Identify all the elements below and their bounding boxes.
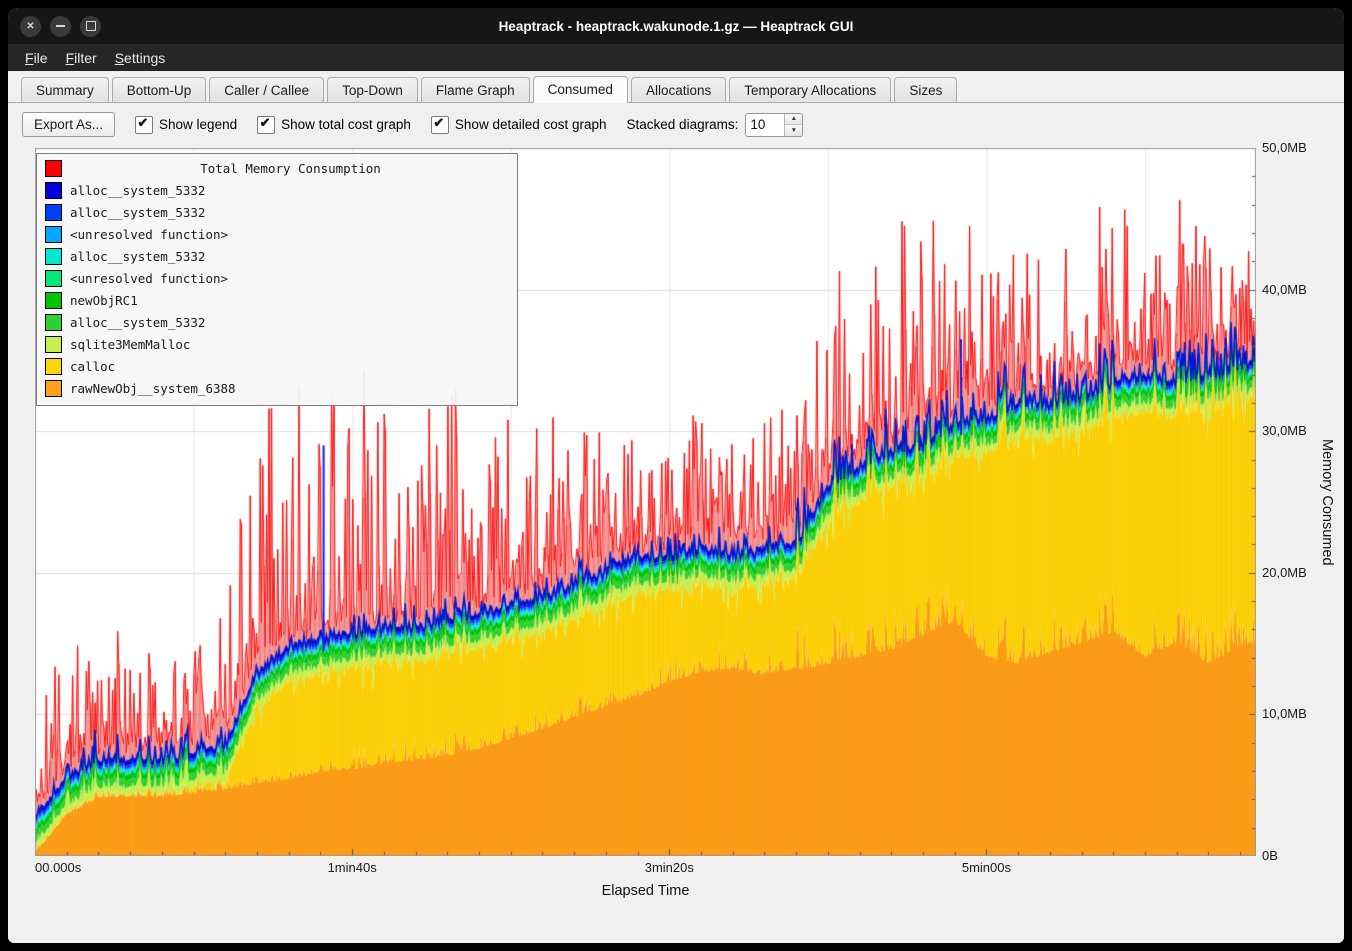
legend-label: alloc__system_5332 [70,183,205,198]
tab-bar: SummaryBottom-UpCaller / CalleeTop-DownF… [8,71,1344,103]
y-axis: 0B10,0MB20,0MB30,0MB40,0MB50,0MB [1256,148,1314,856]
chart-legend: Total Memory Consumption alloc__system_5… [36,153,518,406]
x-tick-label: 00.000s [35,860,81,875]
legend-title-row: Total Memory Consumption [43,157,511,179]
legend-swatch-icon [45,358,62,375]
legend-swatch-icon [45,182,62,199]
legend-swatch-icon [45,204,62,221]
legend-swatch-icon [45,292,62,309]
legend-label: alloc__system_5332 [70,249,205,264]
checkbox-box-icon [135,116,153,134]
x-axis: 00.000s 1min40s 3min20s 5min00s [35,856,1256,878]
total-swatch-icon [45,160,62,177]
show-legend-checkbox[interactable]: Show legend [135,116,237,134]
show-total-cost-label: Show total cost graph [281,117,411,132]
plot-area: Total Memory Consumption alloc__system_5… [35,148,1256,856]
legend-swatch-icon [45,270,62,287]
legend-item: alloc__system_5332 [43,179,511,201]
legend-label: alloc__system_5332 [70,205,205,220]
x-tick-label: 3min20s [645,860,694,875]
legend-label: <unresolved function> [70,227,228,242]
checkbox-box-icon [257,116,275,134]
stacked-diagrams-label: Stacked diagrams: [627,117,739,132]
stacked-diagrams-spinbox[interactable]: 10 ▲ ▼ [745,113,803,137]
chart-area: Total Memory Consumption alloc__system_5… [8,143,1344,943]
menu-filter[interactable]: Filter [57,47,106,69]
legend-label: sqlite3MemMalloc [70,337,190,352]
show-legend-label: Show legend [159,117,237,132]
legend-swatch-icon [45,336,62,353]
window-title: Heaptrack - heaptrack.wakunode.1.gz — He… [499,19,854,34]
show-detailed-cost-label: Show detailed cost graph [455,117,607,132]
x-tick-label: 5min00s [962,860,1011,875]
legend-item: newObjRC1 [43,289,511,311]
tab-temporary-allocations[interactable]: Temporary Allocations [729,77,891,102]
legend-item: <unresolved function> [43,223,511,245]
minimize-icon [56,25,65,27]
y-axis-title: Memory Consumed [1314,148,1340,856]
spin-down-button[interactable]: ▼ [785,125,802,136]
legend-items: alloc__system_5332 alloc__system_5332 <unr… [43,179,511,399]
tab-flame-graph[interactable]: Flame Graph [421,77,530,102]
toolbar: Export As... Show legend Show total cost… [8,103,1344,143]
close-button[interactable]: ✕ [20,16,41,37]
tab-bottom-up[interactable]: Bottom-Up [112,77,207,102]
y-tick-label: 50,0MB [1262,141,1307,155]
maximize-button[interactable] [80,16,101,37]
chart-title: Total Memory Consumption [70,161,511,176]
legend-swatch-icon [45,314,62,331]
spin-up-button[interactable]: ▲ [785,114,802,126]
tab-consumed[interactable]: Consumed [533,76,628,103]
legend-item: alloc__system_5332 [43,311,511,333]
legend-item: <unresolved function> [43,267,511,289]
legend-label: calloc [70,359,115,374]
legend-label: <unresolved function> [70,271,228,286]
legend-label: newObjRC1 [70,293,138,308]
show-total-cost-checkbox[interactable]: Show total cost graph [257,116,411,134]
legend-item: calloc [43,355,511,377]
legend-item: sqlite3MemMalloc [43,333,511,355]
legend-item: alloc__system_5332 [43,245,511,267]
maximize-icon [86,21,96,31]
app-window: ✕ Heaptrack - heaptrack.wakunode.1.gz — … [8,8,1344,943]
stacked-diagrams-value[interactable]: 10 [746,114,784,136]
x-tick-label: 1min40s [328,860,377,875]
title-bar: ✕ Heaptrack - heaptrack.wakunode.1.gz — … [8,8,1344,44]
menu-file[interactable]: File [16,47,57,69]
y-tick-label: 20,0MB [1262,566,1307,580]
checkbox-box-icon [431,116,449,134]
y-tick-label: 40,0MB [1262,283,1307,297]
menu-bar: File Filter Settings [8,44,1344,71]
legend-swatch-icon [45,248,62,265]
tab-summary[interactable]: Summary [21,77,109,102]
x-axis-title: Elapsed Time [35,878,1256,911]
legend-swatch-icon [45,380,62,397]
show-detailed-cost-checkbox[interactable]: Show detailed cost graph [431,116,607,134]
window-controls: ✕ [20,8,101,44]
legend-label: alloc__system_5332 [70,315,205,330]
y-tick-label: 30,0MB [1262,424,1307,438]
tab-top-down[interactable]: Top-Down [327,77,418,102]
export-as-button[interactable]: Export As... [22,112,115,137]
legend-swatch-icon [45,226,62,243]
y-tick-label: 0B [1262,849,1278,863]
tab-sizes[interactable]: Sizes [894,77,957,102]
legend-item: rawNewObj__system_6388 [43,377,511,399]
minimize-button[interactable] [50,16,71,37]
menu-settings[interactable]: Settings [106,47,175,69]
legend-item: alloc__system_5332 [43,201,511,223]
y-tick-label: 10,0MB [1262,707,1307,721]
tab-allocations[interactable]: Allocations [631,77,726,102]
legend-label: rawNewObj__system_6388 [70,381,236,396]
tab-caller-callee[interactable]: Caller / Callee [209,77,324,102]
